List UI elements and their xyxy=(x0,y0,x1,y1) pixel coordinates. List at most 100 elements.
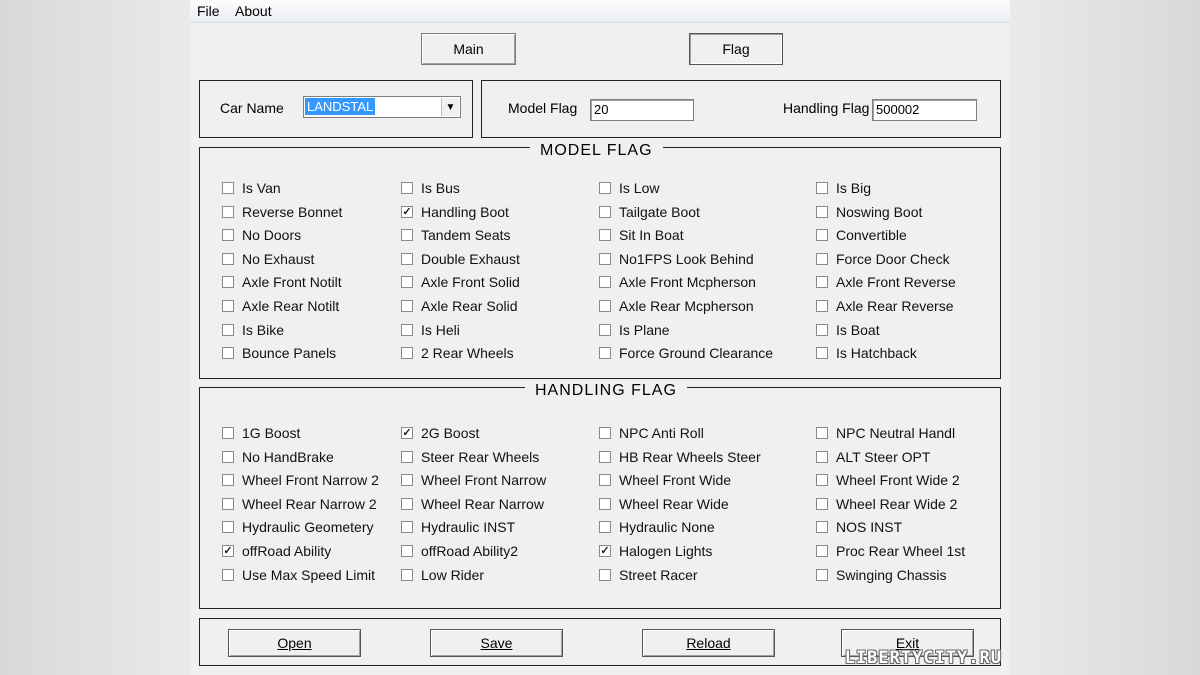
flag-checkbox-item[interactable]: No Exhaust xyxy=(222,249,314,269)
checkbox-icon[interactable] xyxy=(599,474,611,487)
checkbox-icon[interactable] xyxy=(401,347,413,360)
checkbox-icon[interactable] xyxy=(599,276,611,289)
flag-checkbox-item[interactable]: Double Exhaust xyxy=(401,249,520,269)
flag-checkbox-item[interactable]: Is Bike xyxy=(222,320,284,340)
checkbox-icon[interactable] xyxy=(401,276,413,289)
checkbox-icon[interactable] xyxy=(599,568,611,581)
checkbox-icon[interactable] xyxy=(401,182,413,194)
flag-checkbox-item[interactable]: No1FPS Look Behind xyxy=(599,249,754,269)
flag-checkbox-item[interactable]: Is Hatchback xyxy=(816,343,917,363)
checkbox-icon[interactable] xyxy=(816,427,828,439)
checkbox-icon[interactable] xyxy=(401,300,413,312)
flag-checkbox-item[interactable]: 1G Boost xyxy=(222,423,300,443)
flag-checkbox-item[interactable]: Is Boat xyxy=(816,320,880,340)
flag-checkbox-item[interactable]: Hydraulic Geometery xyxy=(222,517,374,537)
flag-checkbox-item[interactable]: No Doors xyxy=(222,225,301,245)
flag-checkbox-item[interactable]: Tailgate Boot xyxy=(599,202,700,222)
checkbox-icon[interactable] xyxy=(599,300,611,312)
checkbox-icon[interactable] xyxy=(222,205,234,218)
checkbox-icon[interactable] xyxy=(816,497,828,510)
flag-checkbox-item[interactable]: Street Racer xyxy=(599,565,698,585)
flag-checkbox-item[interactable]: Wheel Rear Narrow xyxy=(401,494,544,514)
chevron-down-icon[interactable]: ▼ xyxy=(441,98,459,116)
flag-checkbox-item[interactable]: NPC Anti Roll xyxy=(599,423,704,443)
flag-checkbox-item[interactable]: ✓ Handling Boot xyxy=(401,202,509,222)
checkbox-icon[interactable] xyxy=(222,474,234,487)
checkbox-icon[interactable] xyxy=(222,347,234,360)
checkbox-icon[interactable] xyxy=(816,545,828,557)
checkbox-icon[interactable] xyxy=(599,252,611,265)
flag-checkbox-item[interactable]: Hydraulic INST xyxy=(401,517,515,537)
flag-checkbox-item[interactable]: Hydraulic None xyxy=(599,517,715,537)
flag-checkbox-item[interactable]: Axle Front Solid xyxy=(401,272,520,292)
flag-checkbox-item[interactable]: Wheel Front Wide 2 xyxy=(816,470,960,490)
checkbox-icon[interactable] xyxy=(401,545,413,557)
flag-checkbox-item[interactable]: ✓ offRoad Ability xyxy=(222,541,331,561)
checkbox-icon[interactable] xyxy=(599,229,611,242)
car-name-combobox[interactable]: LANDSTAL ▼ xyxy=(303,96,461,118)
checkbox-icon[interactable] xyxy=(816,300,828,312)
flag-checkbox-item[interactable]: Proc Rear Wheel 1st xyxy=(816,541,965,561)
checkbox-icon[interactable] xyxy=(222,450,234,463)
flag-checkbox-item[interactable]: Axle Rear Notilt xyxy=(222,296,339,316)
checkbox-icon[interactable] xyxy=(816,182,828,194)
flag-checkbox-item[interactable]: Axle Rear Reverse xyxy=(816,296,954,316)
flag-checkbox-item[interactable]: Tandem Seats xyxy=(401,225,511,245)
checkbox-icon[interactable] xyxy=(222,229,234,242)
flag-checkbox-item[interactable]: Wheel Rear Narrow 2 xyxy=(222,494,377,514)
flag-checkbox-item[interactable]: Sit In Boat xyxy=(599,225,684,245)
checkbox-icon[interactable] xyxy=(816,205,828,218)
flag-checkbox-item[interactable]: ✓ Halogen Lights xyxy=(599,541,712,561)
tab-main[interactable]: Main xyxy=(421,33,516,65)
checkbox-icon[interactable] xyxy=(816,347,828,360)
checkbox-icon[interactable] xyxy=(222,300,234,312)
checkbox-icon[interactable] xyxy=(599,450,611,463)
flag-checkbox-item[interactable]: Wheel Front Wide xyxy=(599,470,731,490)
flag-checkbox-item[interactable]: No HandBrake xyxy=(222,447,334,467)
checkbox-icon[interactable] xyxy=(401,497,413,510)
save-button[interactable]: Save xyxy=(430,629,563,657)
flag-checkbox-item[interactable]: Force Door Check xyxy=(816,249,950,269)
flag-checkbox-item[interactable]: Is Heli xyxy=(401,320,460,340)
checkbox-icon[interactable] xyxy=(816,568,828,581)
checkbox-checked-icon[interactable]: ✓ xyxy=(401,427,413,439)
checkbox-icon[interactable] xyxy=(222,497,234,510)
flag-checkbox-item[interactable]: HB Rear Wheels Steer xyxy=(599,447,761,467)
flag-checkbox-item[interactable]: NPC Neutral Handl xyxy=(816,423,955,443)
open-button[interactable]: Open xyxy=(228,629,361,657)
flag-checkbox-item[interactable]: Wheel Rear Wide xyxy=(599,494,729,514)
flag-checkbox-item[interactable]: Wheel Front Narrow xyxy=(401,470,546,490)
flag-checkbox-item[interactable]: Is Bus xyxy=(401,178,460,198)
flag-checkbox-item[interactable]: Is Low xyxy=(599,178,659,198)
checkbox-icon[interactable] xyxy=(816,323,828,336)
checkbox-icon[interactable] xyxy=(599,323,611,336)
flag-checkbox-item[interactable]: ALT Steer OPT xyxy=(816,447,930,467)
checkbox-icon[interactable] xyxy=(401,252,413,265)
checkbox-icon[interactable] xyxy=(599,182,611,194)
checkbox-icon[interactable] xyxy=(816,474,828,487)
flag-checkbox-item[interactable]: NOS INST xyxy=(816,517,902,537)
flag-checkbox-item[interactable]: Steer Rear Wheels xyxy=(401,447,539,467)
checkbox-icon[interactable] xyxy=(599,521,611,534)
checkbox-icon[interactable] xyxy=(222,276,234,289)
flag-checkbox-item[interactable]: 2 Rear Wheels xyxy=(401,343,514,363)
menu-about[interactable]: About xyxy=(235,3,272,19)
flag-checkbox-item[interactable]: Bounce Panels xyxy=(222,343,336,363)
checkbox-icon[interactable] xyxy=(401,450,413,463)
checkbox-icon[interactable] xyxy=(401,521,413,534)
checkbox-checked-icon[interactable]: ✓ xyxy=(599,545,611,557)
checkbox-icon[interactable] xyxy=(401,229,413,242)
flag-checkbox-item[interactable]: Use Max Speed Limit xyxy=(222,565,375,585)
checkbox-icon[interactable] xyxy=(222,427,234,439)
checkbox-icon[interactable] xyxy=(222,182,234,194)
flag-checkbox-item[interactable]: Wheel Rear Wide 2 xyxy=(816,494,957,514)
model-flag-field[interactable]: 20 xyxy=(590,99,694,121)
checkbox-icon[interactable] xyxy=(816,229,828,242)
checkbox-icon[interactable] xyxy=(222,252,234,265)
checkbox-icon[interactable] xyxy=(401,568,413,581)
flag-checkbox-item[interactable]: Force Ground Clearance xyxy=(599,343,773,363)
reload-button[interactable]: Reload xyxy=(642,629,775,657)
tab-flag[interactable]: Flag xyxy=(689,33,783,65)
checkbox-icon[interactable] xyxy=(599,205,611,218)
flag-checkbox-item[interactable]: Reverse Bonnet xyxy=(222,202,342,222)
